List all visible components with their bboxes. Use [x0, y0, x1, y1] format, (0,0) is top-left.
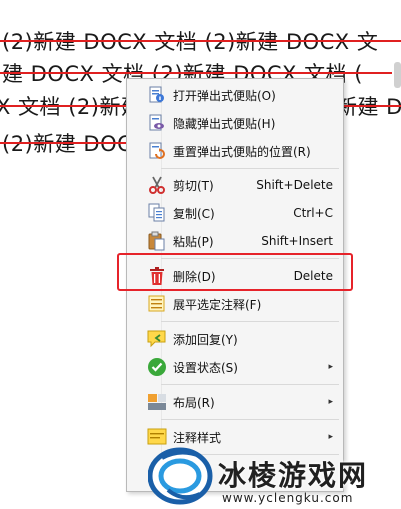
menu-item-reset-popup-note[interactable]: 重置弹出式便贴的位置(R): [127, 139, 343, 163]
menu-item-layout[interactable]: 布局(R) ▸: [127, 390, 343, 414]
menu-separator: [161, 321, 339, 322]
strikethrough-line: [0, 40, 401, 42]
sticky-note-open-icon: [147, 85, 167, 105]
layout-icon: [147, 392, 167, 412]
flatten-icon: [147, 294, 167, 314]
menu-item-set-status[interactable]: 设置状态(S) ▸: [127, 355, 343, 379]
strikethrough-line: [0, 142, 128, 144]
menu-separator: [161, 419, 339, 420]
scrollbar-thumb[interactable]: [394, 62, 401, 88]
delete-item-highlight: [117, 253, 353, 291]
watermark-site-name: 冰棱游戏网: [218, 459, 369, 492]
submenu-arrow-icon: ▸: [328, 397, 333, 407]
menu-separator: [161, 168, 339, 169]
paste-icon: [147, 231, 167, 251]
submenu-arrow-icon: ▸: [328, 432, 333, 442]
sticky-note-hide-icon: [147, 113, 167, 133]
menu-item-add-reply[interactable]: 添加回复(Y): [127, 327, 343, 351]
scissors-icon: [147, 175, 167, 195]
menu-item-paste[interactable]: 粘贴(P) Shift+Insert: [127, 229, 343, 253]
menu-item-copy[interactable]: 复制(C) Ctrl+C: [127, 201, 343, 225]
copy-icon: [147, 203, 167, 223]
menu-item-flatten[interactable]: 展平选定注释(F): [127, 292, 343, 316]
strikethrough-line: [0, 72, 392, 74]
menu-separator: [161, 384, 339, 385]
menu-item-cut[interactable]: 剪切(T) Shift+Delete: [127, 173, 343, 197]
submenu-arrow-icon: ▸: [328, 362, 333, 372]
menu-item-hide-popup-note[interactable]: 隐藏弹出式便贴(H): [127, 111, 343, 135]
menu-item-open-popup-note[interactable]: 打开弹出式便贴(O): [127, 83, 343, 107]
status-check-icon: [147, 357, 167, 377]
sticky-note-reset-icon: [147, 141, 167, 161]
watermark: 冰棱游戏网 www.yclengku.com: [148, 444, 401, 509]
watermark-url: www.yclengku.com: [222, 491, 354, 505]
watermark-logo-icon: [148, 447, 213, 505]
reply-icon: [147, 329, 167, 349]
